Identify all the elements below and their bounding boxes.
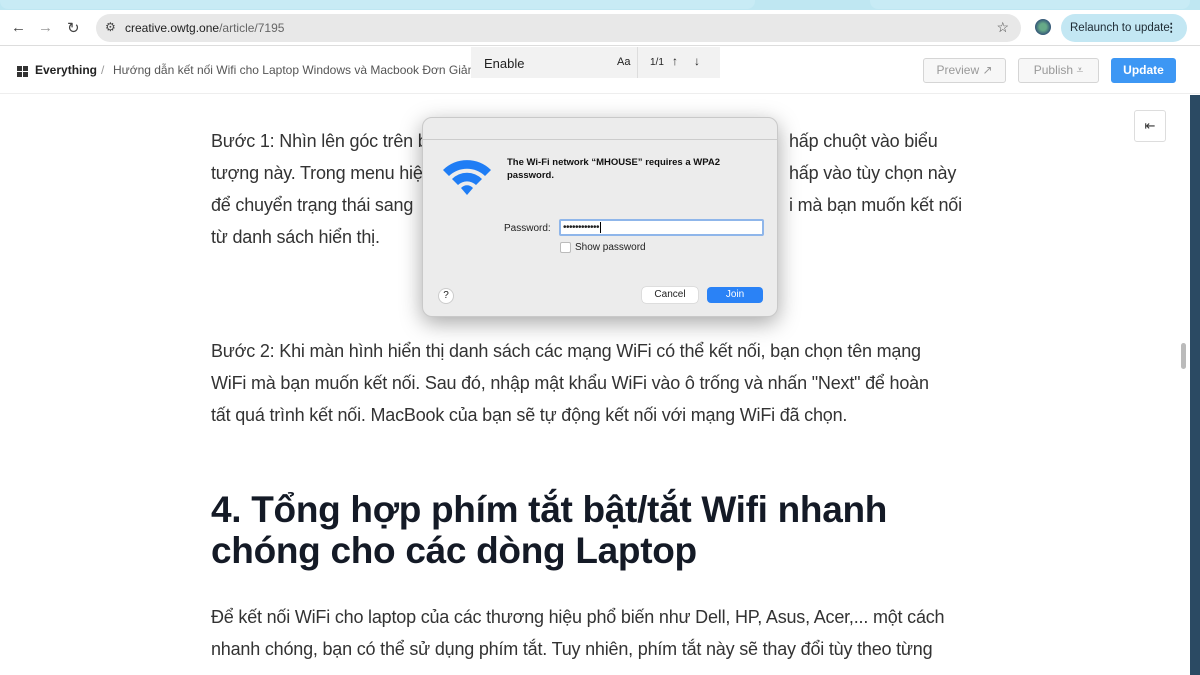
- paragraph-line: WiFi mà bạn muốn kết nối. Sau đó, nhập m…: [211, 373, 929, 393]
- relaunch-label: Relaunch to update: [1070, 22, 1170, 34]
- match-count: 1/1: [650, 57, 664, 68]
- tab[interactable]: [870, 0, 1190, 9]
- divider: [423, 139, 777, 140]
- relaunch-button[interactable]: Relaunch to update ⋮: [1061, 14, 1187, 42]
- paragraph-line: Để kết nối WiFi cho laptop của các thươn…: [211, 607, 945, 627]
- collapse-panel-icon[interactable]: ⇤: [1134, 110, 1166, 142]
- tab[interactable]: [0, 0, 755, 9]
- address-bar[interactable]: ⚙ creative.owtg.one/article/7195 ☆: [96, 14, 1021, 42]
- paragraph-line: để chuyển trạng thái sang: [211, 195, 414, 215]
- show-password-checkbox[interactable]: [560, 242, 571, 253]
- tab-strip: [0, 0, 1200, 10]
- scrollbar[interactable]: [1181, 343, 1186, 369]
- url-host: creative.owtg.one: [125, 21, 220, 35]
- arrow-up-icon[interactable]: ↑: [672, 54, 678, 68]
- paragraph-line: Bước 2: Khi màn hình hiển thị danh sách …: [211, 341, 921, 361]
- breadcrumb-separator: /: [101, 63, 105, 77]
- publish-button[interactable]: Publish ⩡: [1018, 58, 1099, 83]
- paragraph-line: từ danh sách hiển thị.: [211, 227, 380, 247]
- wifi-icon: [443, 160, 491, 195]
- paragraph-line: tượng này. Trong menu hiệ: [211, 163, 423, 183]
- find-input[interactable]: Enable: [484, 56, 524, 71]
- url-path: /article/7195: [219, 21, 285, 35]
- app-header: Everything / Hướng dẫn kết nối Wifi cho …: [0, 47, 1200, 94]
- match-case-toggle[interactable]: Aa: [617, 56, 630, 68]
- breadcrumb-page: Hướng dẫn kết nối Wifi cho Laptop Window…: [113, 63, 475, 77]
- paragraph-line: Bước 1: Nhìn lên góc trên b: [211, 131, 428, 151]
- paragraph-line: hấp vào tùy chọn này: [789, 163, 957, 183]
- cancel-button[interactable]: Cancel: [642, 287, 698, 303]
- breadcrumb-root[interactable]: Everything: [35, 63, 97, 77]
- show-password-label[interactable]: Show password: [575, 242, 646, 253]
- paragraph-line: hấp chuột vào biểu: [789, 131, 938, 151]
- site-settings-icon[interactable]: ⚙: [105, 20, 116, 34]
- join-button[interactable]: Join: [707, 287, 763, 303]
- update-button[interactable]: Update: [1111, 58, 1176, 83]
- find-bar: Enable Aa 1/1 ↑ ↓: [471, 47, 720, 78]
- avatar[interactable]: [1035, 19, 1051, 35]
- forward-icon[interactable]: →: [38, 19, 53, 36]
- help-button[interactable]: ?: [438, 288, 454, 304]
- password-label: Password:: [504, 223, 551, 234]
- dialog-message: The Wi-Fi network “MHOUSE” requires a WP…: [507, 157, 720, 181]
- preview-button[interactable]: Preview ↗: [923, 58, 1006, 83]
- paragraph-line: i mà bạn muốn kết nối: [789, 195, 962, 215]
- back-icon[interactable]: ←: [11, 19, 26, 36]
- publish-icon: ⩡: [1076, 63, 1084, 77]
- paragraph-line: nhanh chóng, bạn có thể sử dụng phím tắt…: [211, 639, 933, 659]
- section-heading: chóng cho các dòng Laptop: [211, 530, 697, 571]
- paragraph-line: tất quá trình kết nối. MacBook của bạn s…: [211, 405, 848, 425]
- password-input[interactable]: ••••••••••••: [559, 219, 764, 236]
- section-heading: 4. Tổng hợp phím tắt bật/tắt Wifi nhanh: [211, 489, 888, 530]
- window-edge: [1190, 95, 1200, 675]
- wifi-password-dialog: The Wi-Fi network “MHOUSE” requires a WP…: [422, 117, 778, 317]
- divider: [637, 47, 638, 78]
- browser-toolbar: ← → ↻ ⚙ creative.owtg.one/article/7195 ☆…: [0, 10, 1200, 46]
- more-icon[interactable]: ⋮: [1166, 14, 1178, 42]
- reload-icon[interactable]: ↻: [67, 19, 80, 37]
- arrow-down-icon[interactable]: ↓: [694, 54, 700, 68]
- bookmark-star-icon[interactable]: ☆: [996, 19, 1009, 36]
- grid-icon[interactable]: [17, 66, 28, 77]
- external-link-icon: ↗: [982, 63, 993, 77]
